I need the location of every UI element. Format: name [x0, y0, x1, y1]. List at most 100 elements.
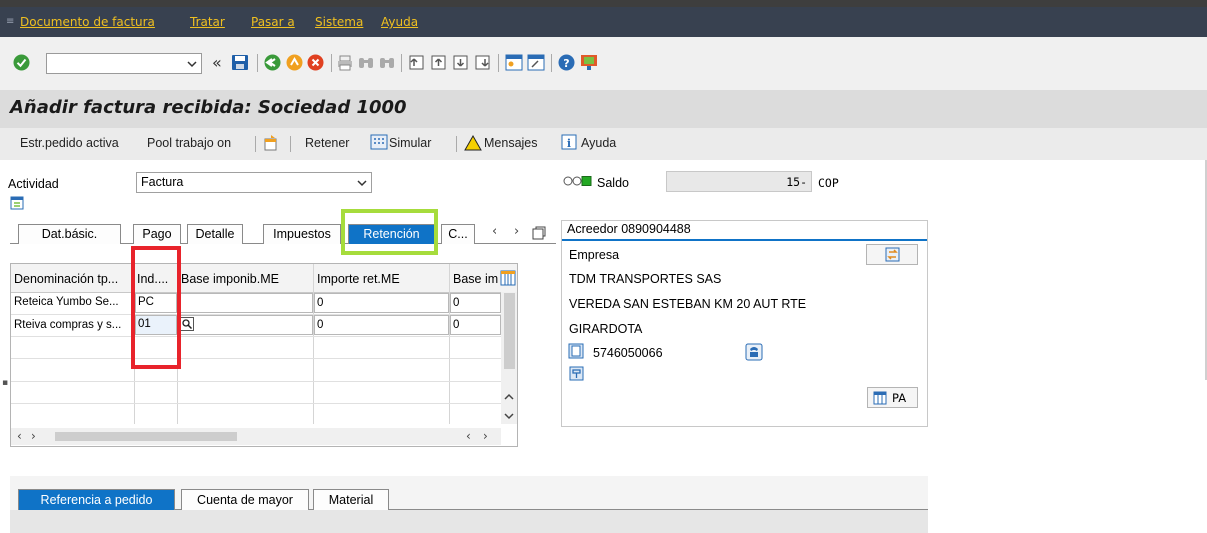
scroll-left-icon[interactable]: ‹	[466, 429, 471, 443]
scroll-up-icon[interactable]	[504, 392, 514, 402]
table-row-divider	[11, 403, 501, 404]
table-icon	[873, 391, 887, 405]
menu-ayuda[interactable]: Ayuda	[381, 15, 418, 29]
phone-icon[interactable]	[745, 343, 763, 361]
back-icon[interactable]	[264, 54, 281, 71]
col-header-denominacion[interactable]: Denominación tp...	[14, 272, 132, 294]
menu-documento-factura[interactable]: Documento de factura	[20, 15, 155, 29]
find-icon[interactable]	[358, 55, 374, 71]
column-separator	[449, 264, 450, 424]
menu-tratar[interactable]: Tratar	[190, 15, 225, 29]
importe-ret-input[interactable]: 0	[314, 293, 449, 313]
save-icon[interactable]	[231, 54, 249, 71]
tab-cuenta-mayor[interactable]: Cuenta de mayor	[181, 489, 309, 510]
retener-button[interactable]: Retener	[305, 136, 349, 150]
scroll-right-icon[interactable]: ›	[483, 429, 488, 443]
base-im-input[interactable]: 0	[450, 315, 501, 335]
page-title: Añadir factura recibida: Sociedad 1000	[10, 97, 407, 118]
window-top-strip	[0, 0, 1207, 7]
toolbar-separator	[290, 136, 291, 152]
base-im-input[interactable]: 0	[450, 293, 501, 313]
tab-impuestos[interactable]: Impuestos	[263, 224, 341, 244]
customize-layout-icon[interactable]	[580, 54, 598, 71]
vertical-scrollbar-thumb[interactable]	[504, 293, 515, 369]
tab-more[interactable]: C...	[441, 224, 475, 244]
vendor-city: GIRARDOTA	[569, 322, 643, 336]
saldo-field: 15-	[666, 171, 812, 192]
info-icon: i	[561, 134, 577, 150]
toolbar-separator	[255, 136, 256, 152]
horizontal-scrollbar-thumb[interactable]	[55, 432, 237, 441]
fax-icon[interactable]	[569, 366, 584, 381]
menu-grip-icon: ≡	[6, 16, 15, 27]
menu-pasar-a[interactable]: Pasar a	[251, 15, 295, 29]
next-page-icon[interactable]	[452, 54, 470, 71]
find-next-icon[interactable]	[379, 55, 395, 71]
scroll-down-icon[interactable]	[504, 411, 514, 421]
column-separator	[313, 264, 314, 424]
actividad-select[interactable]: Factura	[136, 172, 372, 193]
tab-material[interactable]: Material	[313, 489, 389, 510]
new-session-icon[interactable]	[505, 54, 523, 71]
tab-dat-basic[interactable]: Dat.básic.	[18, 224, 121, 244]
command-field[interactable]	[46, 53, 202, 74]
help-icon[interactable]: ?	[558, 54, 575, 71]
print-icon[interactable]	[337, 55, 353, 71]
saldo-value: 15-	[786, 175, 807, 189]
tab-pago[interactable]: Pago	[133, 224, 181, 244]
saldo-currency: COP	[818, 176, 839, 190]
last-page-icon[interactable]	[474, 54, 492, 71]
menu-bar: ≡ Documento de factura Tratar Pasar a Si…	[0, 7, 1207, 37]
tab-scroll-left-icon[interactable]: ‹	[492, 224, 497, 239]
warning-triangle-icon	[464, 135, 482, 151]
base-imponible-input[interactable]	[178, 315, 313, 335]
vendor-acreedor: Acreedor 0890904488	[567, 222, 691, 236]
exit-icon[interactable]	[286, 54, 303, 71]
layout-toggle-icon[interactable]	[10, 196, 24, 210]
splitter-handle[interactable]: ▪	[2, 378, 8, 388]
tab-detalle[interactable]: Detalle	[187, 224, 243, 244]
chevron-down-icon[interactable]	[187, 59, 197, 69]
importe-ret-input[interactable]: 0	[314, 315, 449, 335]
col-header-base-imponible[interactable]: Base imponib.ME	[181, 272, 311, 294]
search-help-icon[interactable]	[180, 317, 194, 331]
actividad-label: Actividad	[8, 177, 59, 191]
document-copy-icon[interactable]	[263, 134, 279, 151]
tab-scroll-right-icon[interactable]: ›	[514, 224, 519, 239]
simular-button[interactable]: Simular	[389, 136, 431, 150]
cell-denominacion: Reteica Yumbo Se...	[14, 296, 119, 308]
base-imponible-input[interactable]	[178, 293, 313, 313]
vendor-empresa-label: Empresa	[569, 248, 620, 262]
col-header-importe-ret[interactable]: Importe ret.ME	[317, 272, 447, 294]
table-row-divider	[11, 381, 501, 382]
swap-icon	[885, 247, 900, 262]
vendor-address: VEREDA SAN ESTEBAN KM 20 AUT RTE	[569, 297, 807, 311]
tab-referencia-pedido[interactable]: Referencia a pedido	[18, 489, 175, 510]
pool-trabajo-button[interactable]: Pool trabajo on	[147, 136, 231, 150]
chevron-down-icon[interactable]	[357, 178, 367, 188]
estr-pedido-button[interactable]: Estr.pedido activa	[20, 136, 119, 150]
scroll-left-icon[interactable]: ‹	[17, 429, 22, 443]
pa-button-label: PA	[892, 391, 907, 405]
column-settings-icon[interactable]	[500, 270, 516, 286]
vendor-detail-button[interactable]	[866, 244, 918, 265]
pa-button[interactable]: PA	[867, 387, 918, 408]
col-header-base-im[interactable]: Base im	[453, 272, 499, 294]
check-icon[interactable]	[13, 54, 30, 71]
ayuda-button[interactable]: Ayuda	[581, 136, 616, 150]
vendor-name: TDM TRANSPORTES SAS	[569, 272, 722, 286]
mensajes-button[interactable]: Mensajes	[484, 136, 538, 150]
first-page-icon[interactable]	[408, 54, 426, 71]
cancel-icon[interactable]	[307, 54, 324, 71]
svg-text:i: i	[567, 137, 571, 150]
toolbar-separator	[456, 136, 457, 152]
menu-sistema[interactable]: Sistema	[315, 15, 363, 29]
cell-denominacion: Rteiva compras y s...	[14, 319, 122, 331]
scroll-right-icon[interactable]: ›	[31, 429, 36, 443]
phone-book-icon[interactable]	[568, 343, 584, 359]
tab-list-icon[interactable]	[532, 226, 546, 240]
double-left-icon[interactable]: «	[212, 53, 222, 72]
prev-page-icon[interactable]	[430, 54, 448, 71]
highlight-box-green	[341, 209, 438, 255]
shortcut-icon[interactable]	[527, 54, 545, 71]
